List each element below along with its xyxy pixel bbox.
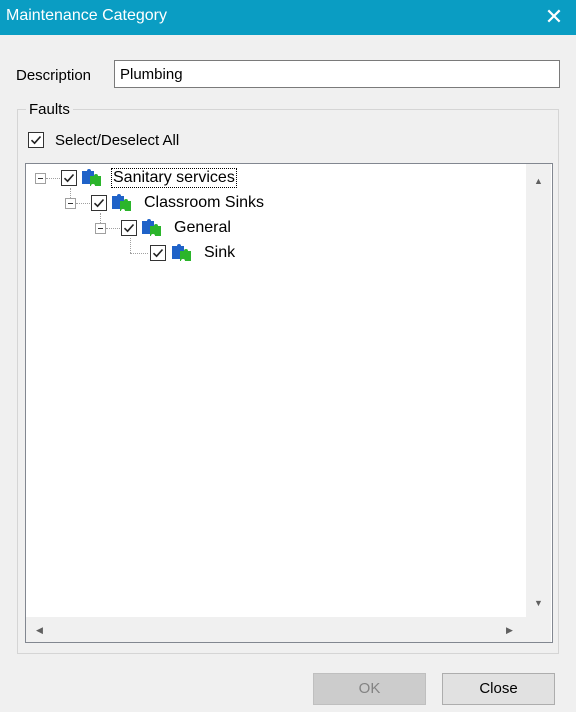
check-mark-icon bbox=[93, 198, 105, 208]
tree-node-sink[interactable]: Sink bbox=[204, 244, 235, 262]
window-title: Maintenance Category bbox=[6, 7, 167, 24]
check-mark-icon bbox=[30, 135, 42, 145]
faults-tree[interactable] bbox=[25, 163, 553, 643]
scroll-left-icon[interactable]: ◀ bbox=[36, 625, 43, 635]
collapse-icon[interactable] bbox=[65, 198, 76, 209]
check-mark-icon bbox=[123, 223, 135, 233]
puzzle-icon bbox=[112, 194, 131, 211]
puzzle-icon bbox=[82, 169, 101, 186]
tree-connector bbox=[76, 203, 90, 204]
horizontal-scrollbar[interactable]: ◀ ▶ bbox=[26, 617, 526, 642]
close-icon[interactable]: ✕ bbox=[540, 3, 568, 31]
scroll-right-icon[interactable]: ▶ bbox=[506, 625, 513, 635]
tree-node-classroom-sinks[interactable]: Classroom Sinks bbox=[144, 194, 264, 212]
faults-legend: Faults bbox=[26, 101, 73, 118]
tree-connector bbox=[70, 188, 71, 198]
tree-connector bbox=[130, 253, 148, 254]
puzzle-icon bbox=[142, 219, 161, 236]
tree-connector bbox=[100, 213, 101, 223]
title-bar: Maintenance Category ✕ bbox=[0, 0, 576, 35]
tree-connector bbox=[106, 228, 120, 229]
scrollbar-corner bbox=[526, 617, 551, 642]
tree-node-checkbox[interactable] bbox=[150, 245, 166, 261]
tree-node-checkbox[interactable] bbox=[61, 170, 77, 186]
select-all-label[interactable]: Select/Deselect All bbox=[55, 132, 179, 149]
puzzle-icon bbox=[172, 244, 191, 261]
tree-node-general[interactable]: General bbox=[174, 219, 231, 237]
tree-node-checkbox[interactable] bbox=[91, 195, 107, 211]
tree-node-sanitary-services[interactable]: Sanitary services bbox=[111, 168, 237, 188]
ok-button[interactable]: OK bbox=[313, 673, 426, 705]
check-mark-icon bbox=[63, 173, 75, 183]
description-label: Description bbox=[16, 67, 92, 84]
tree-connector bbox=[130, 238, 131, 253]
select-all-checkbox[interactable] bbox=[28, 132, 44, 148]
scroll-down-icon[interactable]: ▼ bbox=[534, 598, 543, 608]
close-button[interactable]: Close bbox=[442, 673, 555, 705]
check-mark-icon bbox=[152, 248, 164, 258]
tree-connector bbox=[46, 178, 60, 179]
tree-node-checkbox[interactable] bbox=[121, 220, 137, 236]
vertical-scrollbar[interactable]: ▲ ▼ bbox=[526, 164, 551, 617]
description-input[interactable] bbox=[114, 60, 560, 88]
collapse-icon[interactable] bbox=[35, 173, 46, 184]
scroll-up-icon[interactable]: ▲ bbox=[534, 176, 543, 186]
collapse-icon[interactable] bbox=[95, 223, 106, 234]
